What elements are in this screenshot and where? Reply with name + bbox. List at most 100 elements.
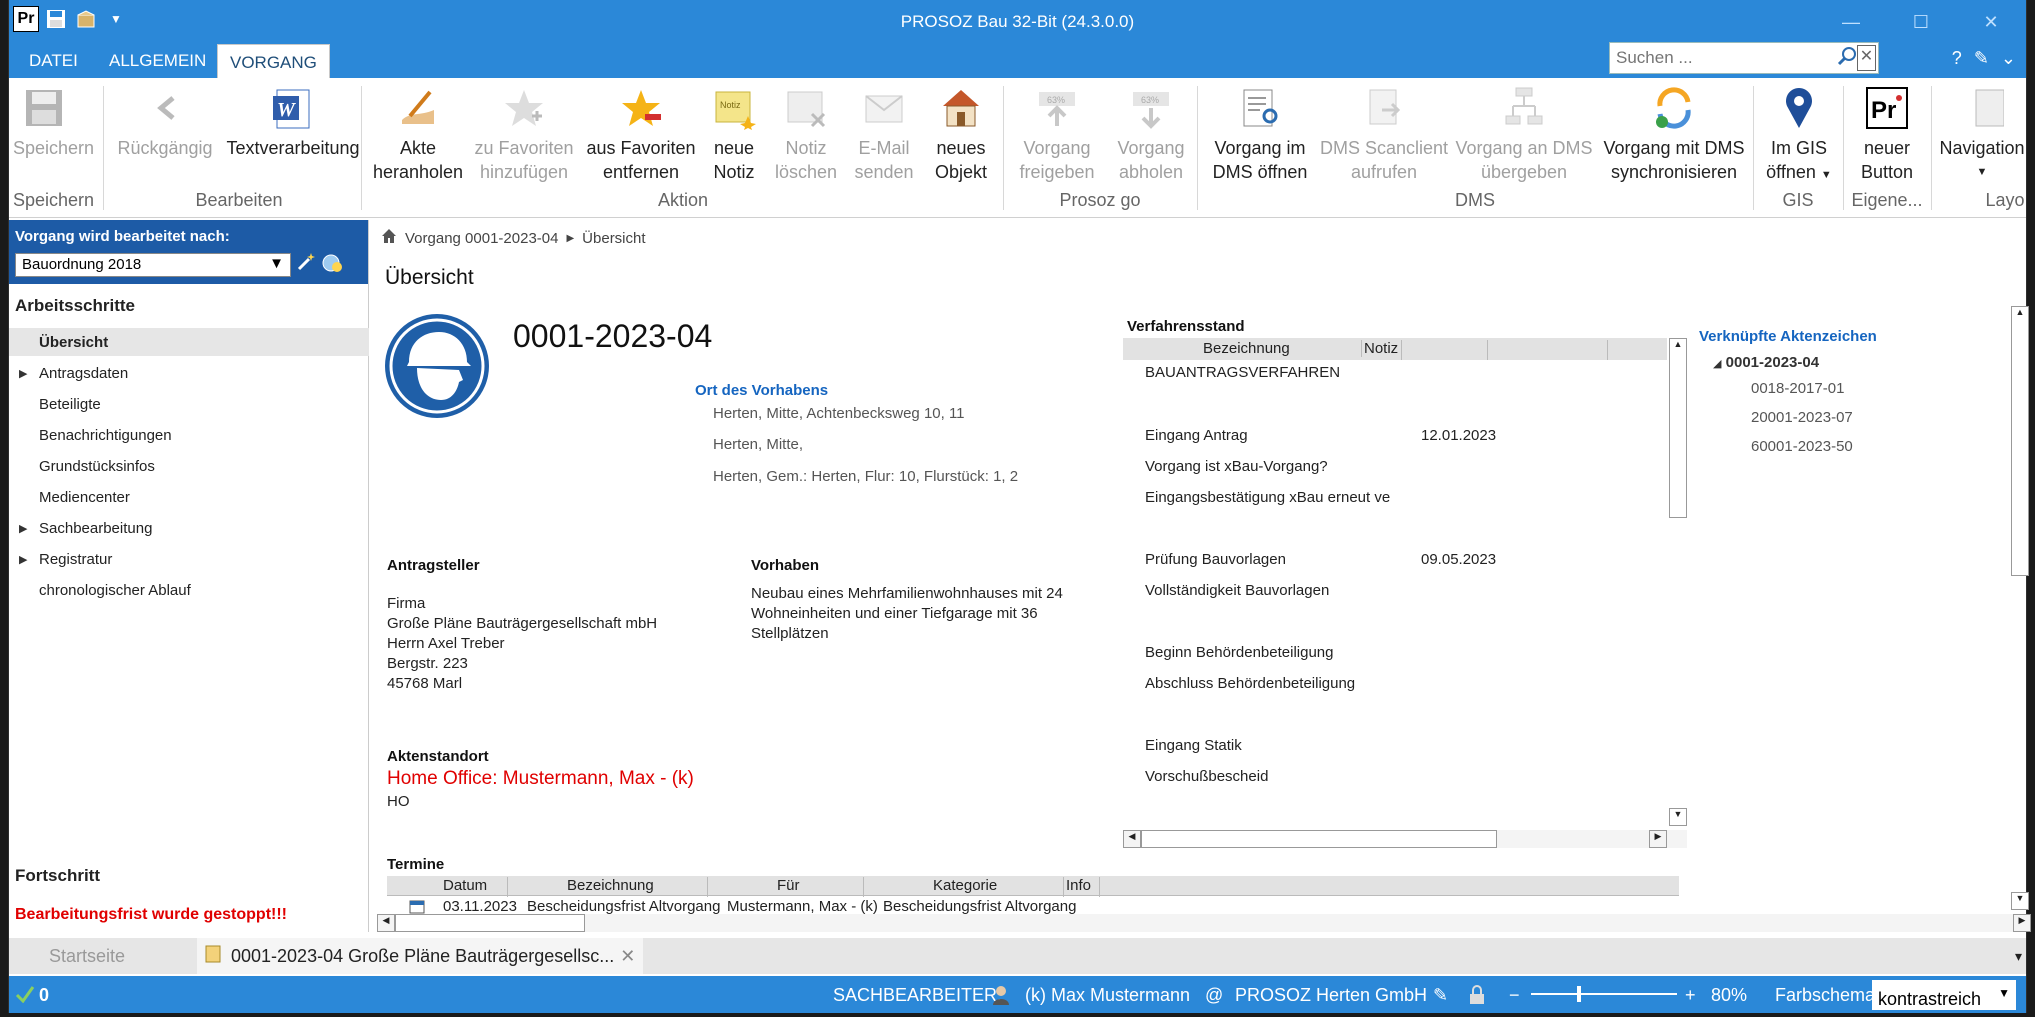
- tab-vorgang[interactable]: VORGANG: [217, 44, 330, 80]
- fetch-file-button[interactable]: Akte heranholen: [371, 84, 465, 184]
- nav-item-grundstuecksinfos[interactable]: Grundstücksinfos: [9, 452, 369, 480]
- dms-sync-button[interactable]: Vorgang mit DMS synchronisieren: [1599, 84, 1749, 184]
- scroll-down-icon[interactable]: ▼: [2011, 892, 2029, 910]
- zoom-out-icon[interactable]: −: [1509, 985, 1520, 1006]
- close-icon[interactable]: ✕: [1956, 0, 2026, 44]
- nav-item-antragsdaten[interactable]: ▶ Antragsdaten: [9, 359, 369, 387]
- column-info[interactable]: Info: [1063, 877, 1091, 897]
- linked-tree-root[interactable]: ◢ 0001-2023-04: [1713, 354, 1819, 371]
- nav-item-chronologischer-ablauf[interactable]: chronologischer Ablauf: [9, 576, 369, 604]
- nav-item-beteiligte[interactable]: Beteiligte: [9, 390, 369, 418]
- remove-favorite-button[interactable]: aus Favoriten entfernen: [585, 84, 697, 184]
- tab-allgemein[interactable]: ALLGEMEIN: [97, 44, 218, 78]
- search-icon[interactable]: [1837, 46, 1857, 71]
- word-processing-button[interactable]: W Textverarbeitung: [221, 84, 365, 160]
- expand-arrow-icon[interactable]: ▶: [19, 367, 27, 380]
- linked-file-item[interactable]: 20001-2023-07: [1751, 409, 1853, 426]
- main-vertical-scrollbar[interactable]: ▲: [2011, 306, 2029, 576]
- search-input[interactable]: [1610, 48, 1837, 68]
- breadcrumb-vorgang[interactable]: Vorgang 0001-2023-04: [405, 230, 558, 247]
- undo-button[interactable]: Rückgängig: [115, 84, 215, 160]
- linked-file-item[interactable]: 60001-2023-50: [1751, 438, 1853, 455]
- edit-icon[interactable]: ✎: [1974, 48, 1989, 69]
- ordnung-select[interactable]: Bauordnung 2018 ▼: [15, 252, 291, 277]
- help-icon[interactable]: ?: [1952, 48, 1962, 69]
- grid-row[interactable]: Vorschußbescheid: [1145, 768, 1268, 785]
- grid-row[interactable]: Eingang Statik: [1145, 737, 1242, 754]
- column-notiz[interactable]: Notiz: [1361, 340, 1398, 357]
- open-dms-button[interactable]: Vorgang im DMS öffnen: [1205, 84, 1315, 184]
- pen-icon[interactable]: ✎: [1433, 985, 1448, 1006]
- zoom-slider[interactable]: [1531, 993, 1677, 995]
- dms-scanclient-button[interactable]: DMS Scanclient aufrufen: [1319, 84, 1449, 184]
- tab-current-case[interactable]: 0001-2023-04 Große Pläne Bauträgergesell…: [197, 938, 644, 974]
- scroll-down-icon[interactable]: ▼: [1669, 808, 1687, 826]
- linked-file-item[interactable]: 0018-2017-01: [1751, 380, 1844, 397]
- scroll-thumb[interactable]: [395, 914, 585, 932]
- tab-startseite[interactable]: Startseite: [49, 938, 125, 974]
- open-gis-button[interactable]: Im GIS öffnen ▼: [1759, 84, 1839, 187]
- nav-item-registratur[interactable]: ▶ Registratur: [9, 545, 369, 573]
- scroll-left-icon[interactable]: ◀: [377, 914, 395, 932]
- send-email-button[interactable]: E-Mail senden: [847, 84, 921, 184]
- grid-row[interactable]: Eingang Antrag: [1145, 427, 1248, 444]
- grid-row[interactable]: Eingangsbestätigung xBau erneut ve: [1145, 489, 1390, 506]
- add-favorite-label: zu Favoriten: [474, 138, 574, 158]
- nav-item-uebersicht[interactable]: Übersicht: [9, 328, 369, 356]
- organization: PROSOZ Herten GmbH: [1235, 985, 1428, 1005]
- minimize-icon[interactable]: —: [1816, 0, 1886, 44]
- new-button-button[interactable]: Pr neuer Button: [1851, 84, 1923, 184]
- close-tab-icon[interactable]: ✕: [620, 946, 635, 967]
- new-note-button[interactable]: Notiz neue Notiz: [703, 84, 765, 184]
- add-favorite-button[interactable]: zu Favoriten hinzufügen: [473, 84, 575, 184]
- nav-item-mediencenter[interactable]: Mediencenter: [9, 483, 369, 511]
- collapse-ribbon-icon[interactable]: ⌄: [2001, 48, 2016, 69]
- scroll-right-icon[interactable]: ▶: [1649, 830, 1667, 848]
- grid-vertical-scrollbar[interactable]: ▲: [1669, 338, 1687, 518]
- home-icon[interactable]: [381, 228, 397, 248]
- tab-datei[interactable]: DATEI: [17, 44, 90, 78]
- globe-icon[interactable]: [321, 251, 343, 278]
- clear-search-icon[interactable]: ✕: [1857, 45, 1876, 71]
- column-fuer[interactable]: Für: [777, 877, 800, 894]
- fetch-file-label-2: heranholen: [372, 162, 464, 182]
- expand-arrow-icon[interactable]: ▶: [19, 553, 27, 566]
- scroll-up-icon[interactable]: ▲: [1670, 339, 1686, 349]
- nav-item-benachrichtigungen[interactable]: Benachrichtigungen: [9, 421, 369, 449]
- grid-row[interactable]: BAUANTRAGSVERFAHREN: [1145, 364, 1340, 381]
- magic-wand-icon[interactable]: [295, 251, 317, 278]
- column-bezeichnung[interactable]: Bezeichnung: [567, 877, 654, 894]
- zoom-in-icon[interactable]: +: [1685, 985, 1696, 1006]
- scroll-up-icon[interactable]: ▲: [2012, 307, 2028, 317]
- tabs-menu-icon[interactable]: ▾: [2015, 938, 2022, 974]
- grid-horizontal-scrollbar[interactable]: ◀ ▶: [1123, 830, 1687, 848]
- expand-arrow-icon[interactable]: ▶: [19, 522, 27, 535]
- appointment-row[interactable]: 03.11.2023 Bescheidungsfrist Altvorgang …: [387, 898, 1679, 914]
- grid-row[interactable]: Prüfung Bauvorlagen: [1145, 551, 1286, 568]
- column-kategorie[interactable]: Kategorie: [933, 877, 997, 894]
- scroll-thumb[interactable]: [1141, 830, 1497, 848]
- color-scheme-select[interactable]: kontrastreich ▼: [1872, 980, 2016, 1010]
- column-bezeichnung[interactable]: Bezeichnung: [1203, 340, 1290, 357]
- applicant-line: Große Pläne Bauträgergesellschaft mbH: [387, 615, 658, 632]
- scroll-right-icon[interactable]: ▶: [2013, 914, 2031, 932]
- delete-note-button[interactable]: Notiz löschen: [771, 84, 841, 184]
- zoom-slider-thumb[interactable]: [1577, 986, 1581, 1002]
- grid-row[interactable]: Vorgang ist xBau-Vorgang?: [1145, 458, 1328, 475]
- scroll-left-icon[interactable]: ◀: [1123, 830, 1141, 848]
- collapse-arrow-icon[interactable]: ◢: [1713, 358, 1721, 370]
- save-button[interactable]: Speichern: [13, 84, 94, 160]
- dms-transfer-button[interactable]: Vorgang an DMS übergeben: [1451, 84, 1597, 184]
- maximize-icon[interactable]: ☐: [1886, 0, 1956, 44]
- main-horizontal-scrollbar[interactable]: ◀ ▶: [377, 914, 2031, 932]
- column-datum[interactable]: Datum: [443, 877, 487, 894]
- grid-row[interactable]: Vollständigkeit Bauvorlagen: [1145, 582, 1329, 599]
- new-object-button[interactable]: neues Objekt: [927, 84, 995, 184]
- grid-row[interactable]: Beginn Behördenbeteiligung: [1145, 644, 1334, 661]
- release-case-button[interactable]: 63% Vorgang freigeben: [1013, 84, 1101, 184]
- pickup-case-button[interactable]: 63% Vorgang abholen: [1107, 84, 1195, 184]
- navigation-button[interactable]: Navigation ▼: [1937, 84, 2027, 184]
- nav-item-sachbearbeitung[interactable]: ▶ Sachbearbeitung: [9, 514, 369, 542]
- lock-icon[interactable]: [1469, 985, 1485, 1010]
- grid-row[interactable]: Abschluss Behördenbeteiligung: [1145, 675, 1355, 692]
